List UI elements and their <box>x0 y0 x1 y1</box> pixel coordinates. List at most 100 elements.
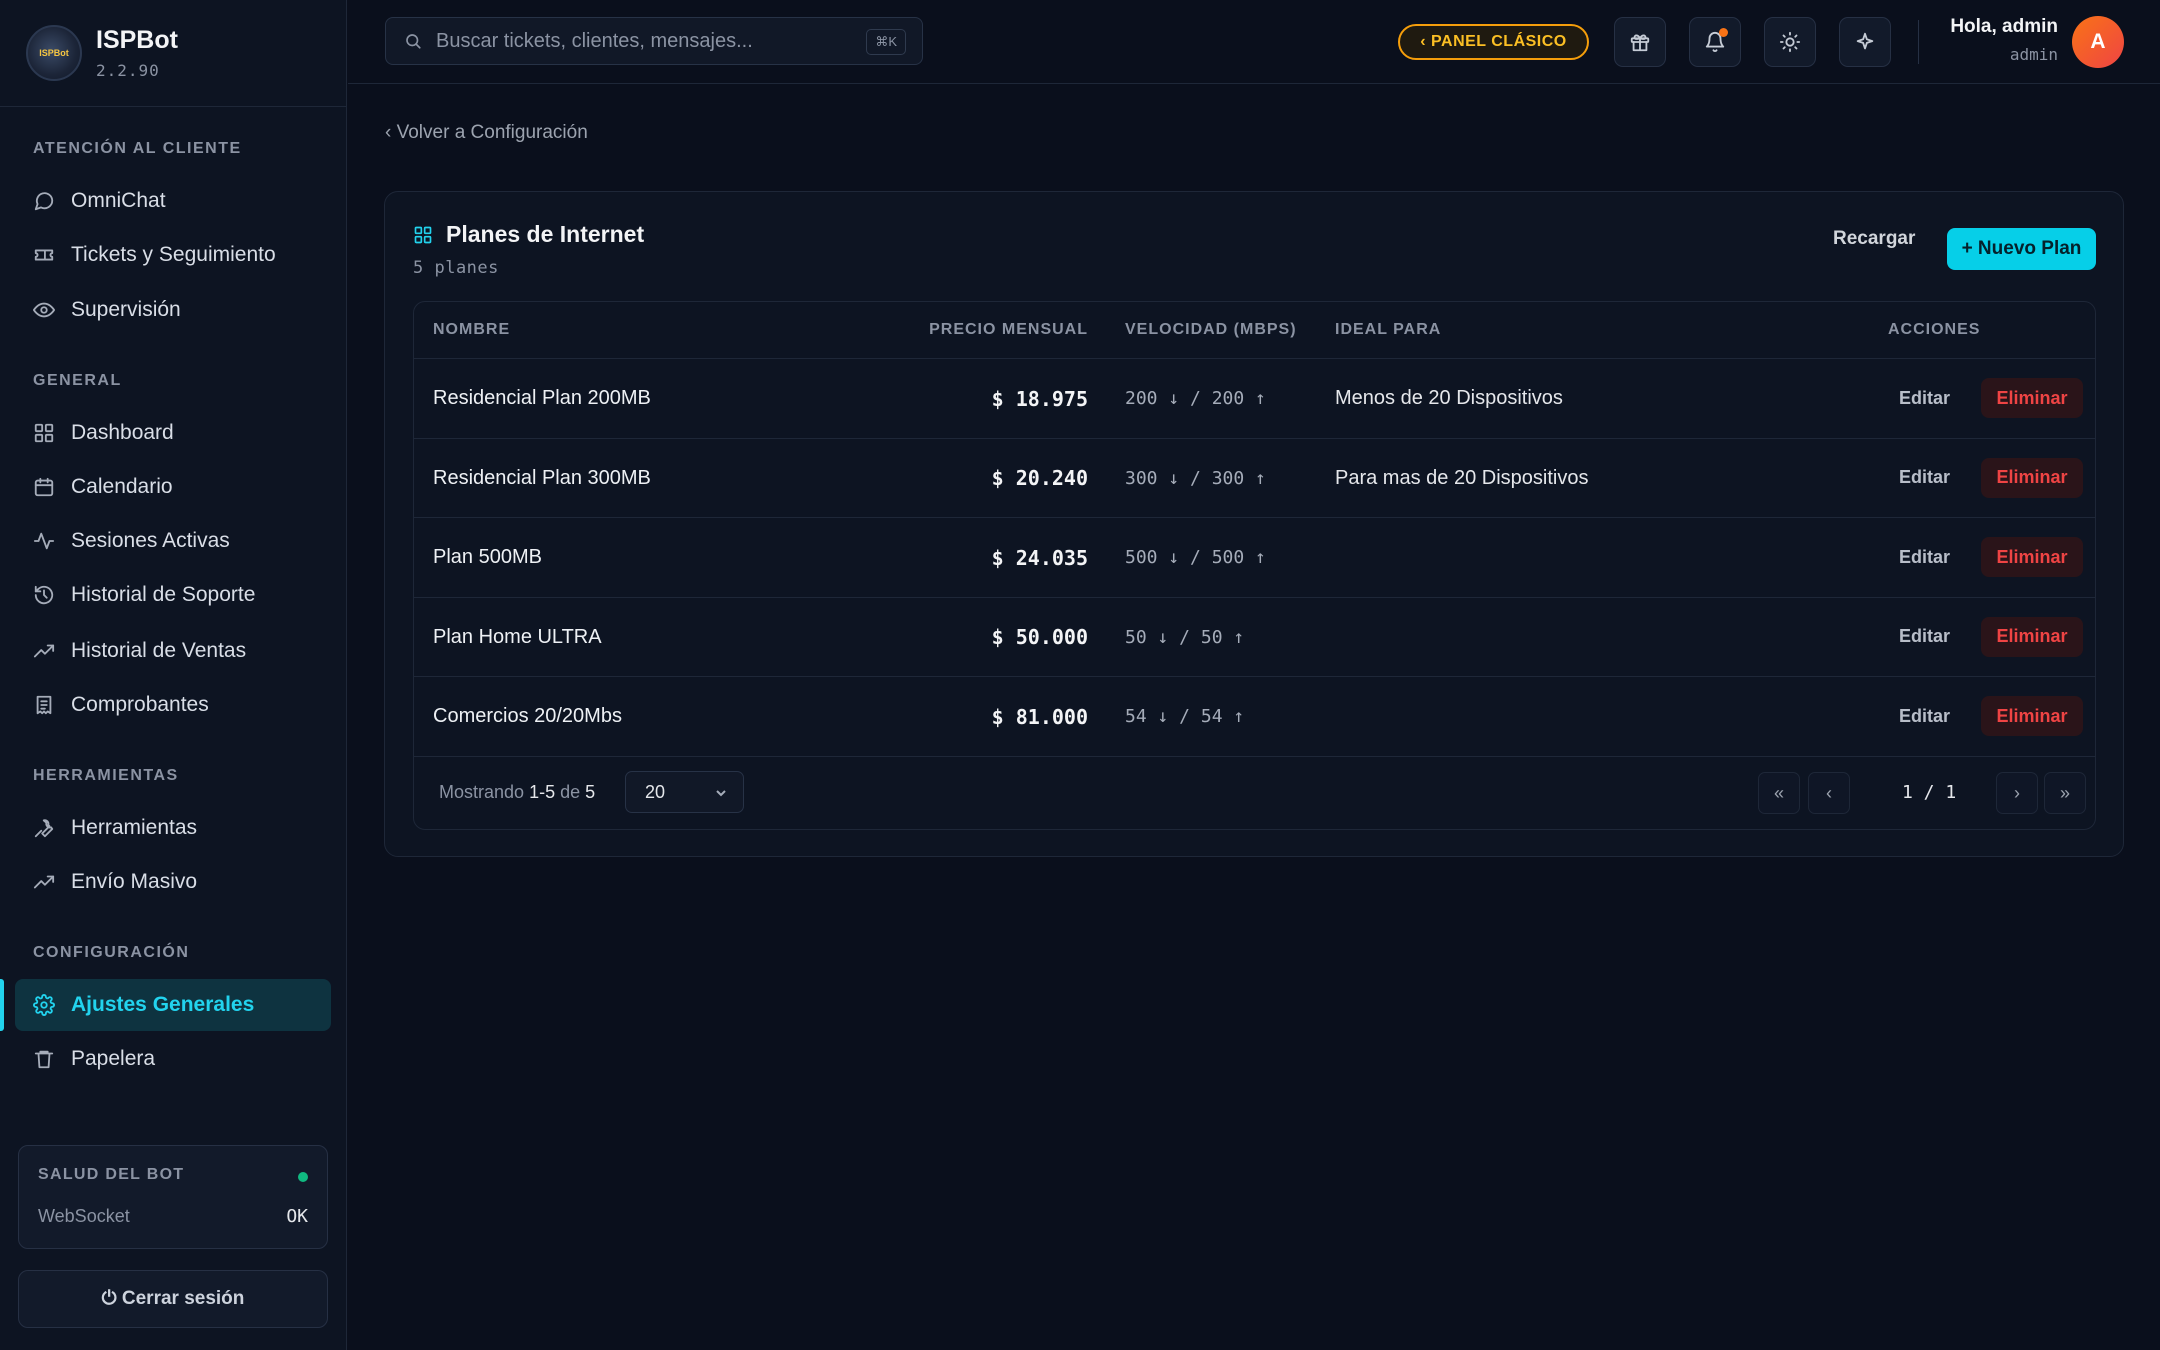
delete-button[interactable]: Eliminar <box>1981 537 2083 577</box>
delete-button[interactable]: Eliminar <box>1981 378 2083 418</box>
header-divider <box>1918 20 1919 64</box>
prev-page-button[interactable]: ‹ <box>1808 772 1850 814</box>
column-header-name: NOMBRE <box>433 321 511 338</box>
column-header-ideal: IDEAL PARA <box>1335 321 1442 338</box>
sidebar-item-label: Supervisión <box>71 298 181 321</box>
sparkle-icon <box>1854 31 1876 53</box>
calendar-icon <box>33 476 55 498</box>
plan-price: $ 18.975 <box>991 386 1088 411</box>
top-header: ⌘K ‹ PANEL CLÁSICO Hola, admin admin A <box>348 0 2160 84</box>
eye-icon <box>33 299 55 321</box>
grid-icon <box>413 225 446 245</box>
showing-total: 5 <box>585 782 596 802</box>
plan-price: $ 24.035 <box>991 545 1088 570</box>
plan-speed: 54 ↓ / 54 ↑ <box>1125 706 1245 727</box>
edit-button[interactable]: Editar <box>1889 378 1960 418</box>
activity-icon <box>33 530 55 552</box>
brand-version: 2.2.90 <box>96 61 160 80</box>
plans-table: NOMBRE PRECIO MENSUAL VELOCIDAD (MBPS) I… <box>413 301 2096 830</box>
notification-dot <box>1719 28 1728 37</box>
sidebar: ISPBot ISPBot 2.2.90 ATENCIÓN AL CLIENTE… <box>0 0 347 1350</box>
ticket-icon <box>33 244 55 266</box>
health-websocket-label: WebSocket <box>38 1206 130 1226</box>
sidebar-item-label: Dashboard <box>71 421 174 444</box>
nav-section-atencion: ATENCIÓN AL CLIENTE <box>33 140 242 157</box>
sidebar-item-label: Herramientas <box>71 816 198 839</box>
pagination-summary: Mostrando 1-5 de 5 <box>439 782 595 803</box>
delete-button[interactable]: Eliminar <box>1981 616 2083 657</box>
plan-ideal-for: Para mas de 20 Dispositivos <box>1335 466 1589 489</box>
sidebar-item-sesiones[interactable]: Sesiones Activas <box>15 515 331 567</box>
plans-card: Planes de Internet 5 planes Recargar + N… <box>384 191 2124 857</box>
table-row: Residencial Plan 200MB $ 18.975 200 ↓ / … <box>414 359 2095 439</box>
edit-button[interactable]: Editar <box>1889 537 1960 577</box>
sidebar-item-calendario[interactable]: Calendario <box>15 461 331 513</box>
table-header: NOMBRE PRECIO MENSUAL VELOCIDAD (MBPS) I… <box>414 302 2095 359</box>
plan-name: Residencial Plan 200MB <box>433 387 651 409</box>
column-header-price: PRECIO MENSUAL <box>929 321 1088 338</box>
table-row: Residencial Plan 300MB $ 20.240 300 ↓ / … <box>414 439 2095 518</box>
health-websocket-status: OK <box>286 1206 308 1227</box>
delete-button[interactable]: Eliminar <box>1981 696 2083 736</box>
gift-icon <box>1629 31 1651 53</box>
sidebar-item-papelera[interactable]: Papelera <box>15 1033 331 1085</box>
search-shortcut-badge: ⌘K <box>866 29 906 55</box>
edit-button[interactable]: Editar <box>1889 696 1960 736</box>
sidebar-item-label: Calendario <box>71 475 173 498</box>
plan-speed: 500 ↓ / 500 ↑ <box>1125 547 1266 568</box>
column-header-speed: VELOCIDAD (MBPS) <box>1125 321 1297 338</box>
per-page-select[interactable]: 20 <box>625 771 744 813</box>
nav-section-general: GENERAL <box>33 372 122 389</box>
history-icon <box>33 584 55 606</box>
theme-toggle-button[interactable] <box>1764 17 1816 67</box>
avatar[interactable]: A <box>2072 16 2124 68</box>
trash-icon <box>33 1048 55 1070</box>
brand-logo[interactable]: ISPBot <box>26 25 82 81</box>
sidebar-item-label: OmniChat <box>71 189 166 212</box>
plans-count: 5 planes <box>413 258 499 278</box>
receipt-icon <box>33 694 55 716</box>
sidebar-item-comprobantes[interactable]: Comprobantes <box>15 679 331 731</box>
plan-name: Plan 500MB <box>433 546 542 568</box>
new-plan-button[interactable]: + Nuevo Plan <box>1947 228 2096 270</box>
sidebar-item-supervision[interactable]: Supervisión <box>15 284 331 336</box>
sidebar-item-herramientas[interactable]: Herramientas <box>15 802 331 854</box>
plan-speed: 300 ↓ / 300 ↑ <box>1125 467 1266 489</box>
classic-panel-button[interactable]: ‹ PANEL CLÁSICO <box>1398 24 1589 60</box>
showing-prefix: Mostrando <box>439 782 525 802</box>
sidebar-item-historial-ventas[interactable]: Historial de Ventas <box>15 625 331 677</box>
showing-range: 1-5 <box>529 782 556 802</box>
logout-button[interactable]: ⏻ Cerrar sesión <box>18 1270 328 1328</box>
brand-logo-text: ISPBot <box>39 48 69 58</box>
sidebar-item-omnichat[interactable]: OmniChat <box>15 175 331 227</box>
bot-health-panel: SALUD DEL BOT WebSocket OK <box>18 1145 328 1249</box>
active-indicator <box>0 979 4 1031</box>
first-page-button[interactable]: « <box>1758 772 1800 814</box>
nav-section-configuracion: CONFIGURACIÓN <box>33 944 190 961</box>
notifications-button[interactable] <box>1689 17 1741 67</box>
table-row: Comercios 20/20Mbs $ 81.000 54 ↓ / 54 ↑ … <box>414 677 2095 757</box>
edit-button[interactable]: Editar <box>1889 458 1960 498</box>
sidebar-item-tickets[interactable]: Tickets y Seguimiento <box>15 229 331 281</box>
sidebar-item-label: Historial de Soporte <box>71 583 256 606</box>
sidebar-item-dashboard[interactable]: Dashboard <box>15 407 331 459</box>
nav-section-herramientas: HERRAMIENTAS <box>33 767 179 784</box>
ai-assistant-button[interactable] <box>1839 17 1891 67</box>
back-to-config-link[interactable]: ‹ Volver a Configuración <box>385 122 588 144</box>
delete-button[interactable]: Eliminar <box>1981 457 2083 498</box>
search-input[interactable] <box>436 29 836 53</box>
plan-price: $ 50.000 <box>991 625 1088 649</box>
sidebar-item-ajustes-generales[interactable]: Ajustes Generales <box>15 979 331 1031</box>
health-status-dot <box>298 1172 308 1182</box>
plan-speed: 50 ↓ / 50 ↑ <box>1125 626 1245 648</box>
sidebar-item-envio-masivo[interactable]: Envío Masivo <box>15 856 331 908</box>
column-header-actions: ACCIONES <box>1888 321 1981 338</box>
sidebar-item-historial-soporte[interactable]: Historial de Soporte <box>15 569 331 621</box>
reload-button[interactable]: Recargar <box>1833 228 1915 250</box>
showing-of: de <box>560 782 581 802</box>
edit-button[interactable]: Editar <box>1889 617 1960 657</box>
search-bar[interactable]: ⌘K <box>385 17 923 65</box>
last-page-button[interactable]: » <box>2044 772 2086 814</box>
gift-button[interactable] <box>1614 17 1666 67</box>
next-page-button[interactable]: › <box>1996 772 2038 814</box>
